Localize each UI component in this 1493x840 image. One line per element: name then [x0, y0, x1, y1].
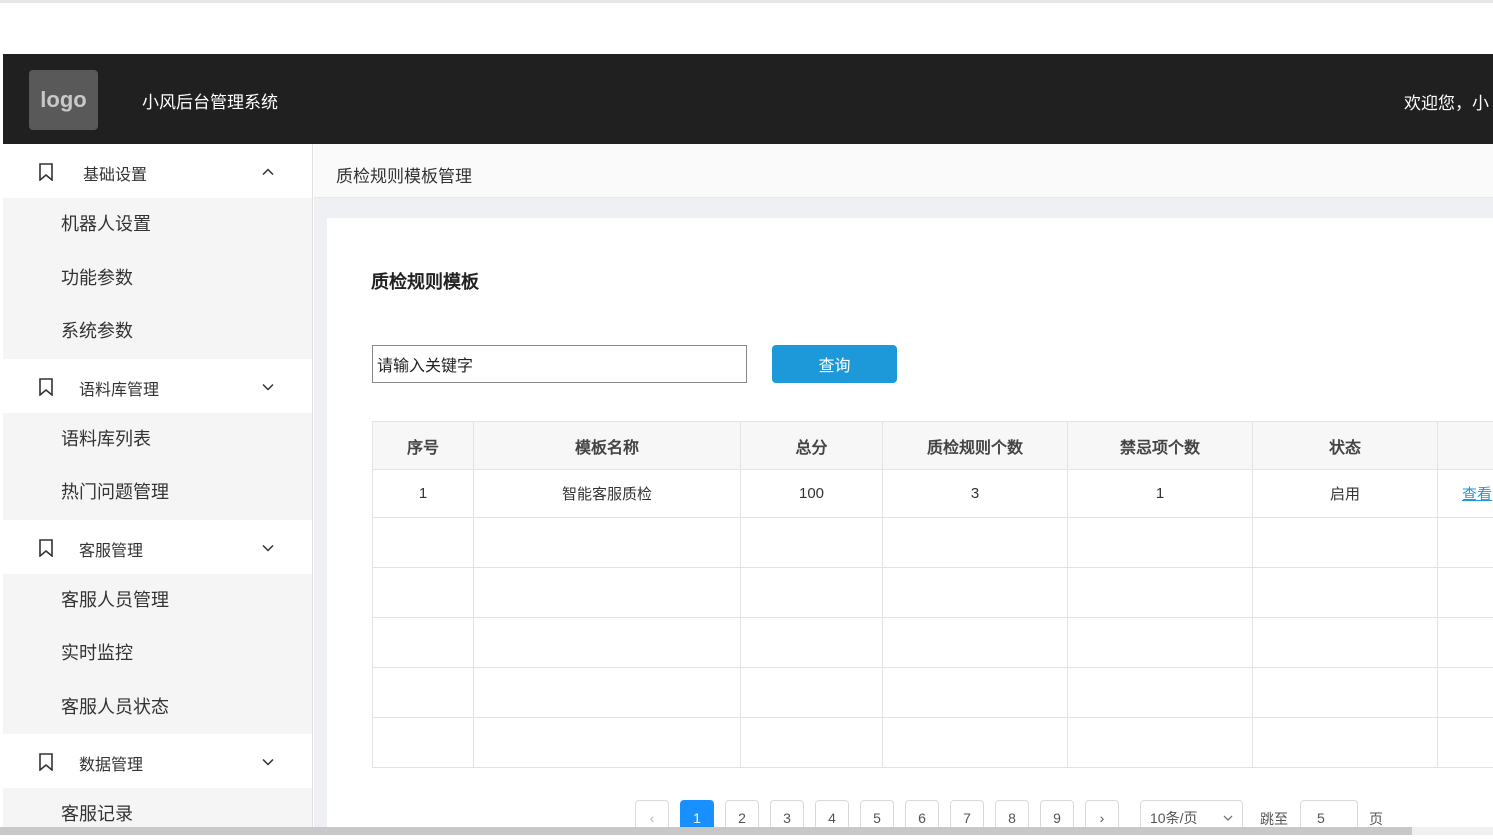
search-input[interactable] [372, 345, 747, 383]
cell-actions: 查看 [1438, 470, 1493, 518]
sidebar-item-agent-management[interactable]: 客服人员管理 [3, 574, 312, 628]
cell-name: 智能客服质检 [474, 470, 741, 518]
bookmark-icon [37, 539, 55, 557]
sidebar-group-label: 语料库管理 [79, 376, 159, 400]
sidebar-item-system-params[interactable]: 系统参数 [3, 305, 312, 359]
sidebar-group-customer-service[interactable]: 客服管理 [3, 520, 312, 574]
content-card: 质检规则模板 查询 序号 模板名称 总分 质检规则个数 禁忌项个数 状态 [327, 218, 1493, 835]
table-row-empty [373, 668, 1493, 718]
sidebar-item-agent-status[interactable]: 客服人员状态 [3, 681, 312, 735]
view-link[interactable]: 查看 [1462, 486, 1492, 503]
sidebar-group-label: 基础设置 [83, 161, 147, 185]
table-row: 1 智能客服质检 100 3 1 启用 查看 [373, 470, 1493, 518]
sidebar-item-corpus-list[interactable]: 语料库列表 [3, 413, 312, 467]
chevron-down-icon [1223, 813, 1233, 823]
sidebar-group-basic-settings[interactable]: 基础设置 [3, 144, 312, 198]
chevron-down-icon [261, 541, 275, 555]
sidebar-group-corpus[interactable]: 语料库管理 [3, 359, 312, 413]
card-title: 质检规则模板 [371, 268, 479, 294]
cell-score: 100 [741, 470, 883, 518]
bookmark-icon [37, 163, 55, 181]
bookmark-icon [37, 378, 55, 396]
col-header-name: 模板名称 [474, 422, 741, 470]
jump-label: 跳至 [1260, 809, 1288, 829]
col-header-taboo-count: 禁忌项个数 [1068, 422, 1253, 470]
welcome-text[interactable]: 欢迎您，小 [1404, 89, 1489, 114]
sidebar-group-label: 客服管理 [79, 537, 143, 561]
page-title: 质检规则模板管理 [336, 162, 472, 187]
template-table: 序号 模板名称 总分 质检规则个数 禁忌项个数 状态 1 智能客服质检 100 … [372, 421, 1493, 768]
sidebar-item-realtime-monitor[interactable]: 实时监控 [3, 627, 312, 681]
page-size-value: 10条/页 [1150, 810, 1197, 826]
col-header-actions [1438, 422, 1493, 470]
col-header-rule-count: 质检规则个数 [883, 422, 1068, 470]
cell-status: 启用 [1253, 470, 1438, 518]
browser-top-strip [0, 0, 1493, 54]
col-header-score: 总分 [741, 422, 883, 470]
scrollbar-thumb[interactable] [0, 827, 1412, 835]
top-header: logo 小风后台管理系统 欢迎您，小 [3, 54, 1493, 144]
table-row-empty [373, 568, 1493, 618]
col-header-index: 序号 [373, 422, 474, 470]
sidebar-group-label: 数据管理 [79, 751, 143, 775]
chevron-down-icon [261, 380, 275, 394]
app-title: 小风后台管理系统 [142, 88, 278, 113]
table-header-row: 序号 模板名称 总分 质检规则个数 禁忌项个数 状态 [373, 422, 1493, 470]
logo: logo [29, 70, 98, 130]
chevron-up-icon [261, 165, 275, 179]
sidebar: 基础设置 机器人设置 功能参数 系统参数 语料库管理 语料库列表 热门问题管理 … [3, 144, 313, 835]
sidebar-item-robot-settings[interactable]: 机器人设置 [3, 198, 312, 252]
table-row-empty [373, 718, 1493, 768]
horizontal-scrollbar[interactable] [0, 827, 1493, 835]
chevron-down-icon [261, 755, 275, 769]
bookmark-icon [37, 753, 55, 771]
col-header-status: 状态 [1253, 422, 1438, 470]
main-content: 质检规则模板管理 质检规则模板 查询 序号 模板名称 总分 质检规则个数 禁忌项… [314, 144, 1493, 835]
sidebar-item-function-params[interactable]: 功能参数 [3, 252, 312, 306]
table-row-empty [373, 618, 1493, 668]
page-suffix-label: 页 [1369, 809, 1383, 829]
sidebar-group-data[interactable]: 数据管理 [3, 734, 312, 788]
cell-taboo-count: 1 [1068, 470, 1253, 518]
search-button[interactable]: 查询 [772, 345, 897, 383]
breadcrumb: 质检规则模板管理 [314, 144, 1493, 198]
cell-rule-count: 3 [883, 470, 1068, 518]
cell-index: 1 [373, 470, 474, 518]
sidebar-item-hot-questions[interactable]: 热门问题管理 [3, 466, 312, 520]
table-row-empty [373, 518, 1493, 568]
